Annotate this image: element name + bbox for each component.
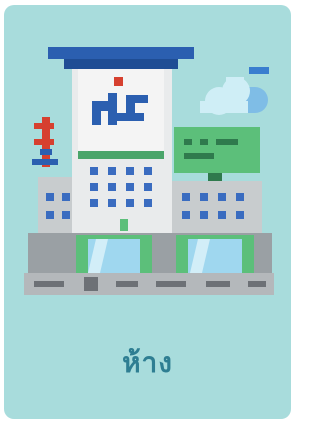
cloud-icon bbox=[200, 67, 269, 115]
billboard-icon bbox=[174, 127, 260, 181]
department-store-building-icon bbox=[24, 47, 274, 295]
flashcard: ห้าง bbox=[4, 5, 291, 419]
card-word: ห้าง bbox=[122, 346, 173, 379]
antenna-icon bbox=[32, 117, 58, 167]
